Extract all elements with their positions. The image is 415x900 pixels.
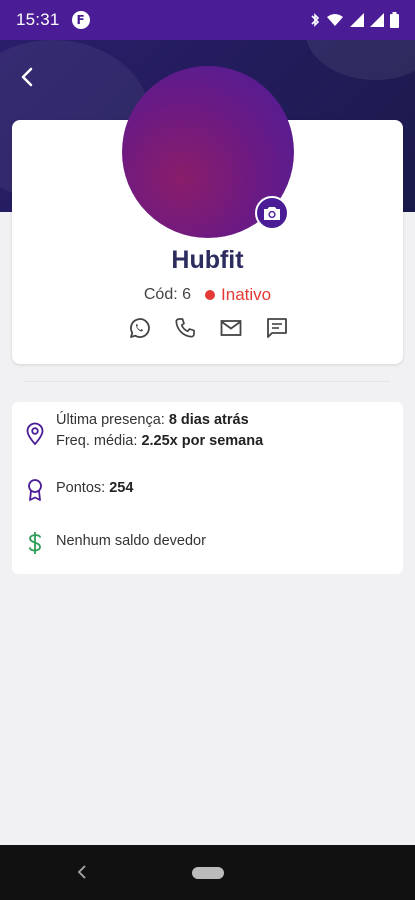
email-button[interactable] — [218, 315, 244, 341]
chevron-left-icon — [21, 67, 33, 87]
status-time: 15:31 — [16, 10, 60, 29]
mail-icon — [220, 320, 241, 336]
whatsapp-icon — [129, 318, 150, 338]
whatsapp-button[interactable] — [126, 315, 152, 341]
phone-icon — [174, 318, 195, 338]
dollar-icon — [24, 531, 46, 555]
contact-actions — [12, 315, 403, 341]
profile-name: Hubfit — [171, 246, 244, 274]
signal-icon — [350, 13, 364, 27]
presence-row: Última presença: 8 dias atrás Freq. médi… — [24, 410, 263, 452]
balance-row: Nenhum saldo devedor — [24, 531, 206, 555]
presence-info: Última presença: 8 dias atrás Freq. médi… — [56, 410, 263, 452]
status-bar: 15:31 F — [0, 0, 415, 40]
battery-icon — [390, 12, 399, 28]
bluetooth-icon — [311, 13, 320, 27]
chevron-left-icon — [77, 865, 86, 879]
points-value: 254 — [109, 480, 134, 496]
call-button[interactable] — [172, 315, 198, 341]
camera-icon — [264, 206, 280, 220]
location-pin-icon — [24, 422, 46, 446]
system-back-button[interactable] — [72, 859, 92, 885]
change-photo-button[interactable] — [255, 196, 289, 230]
last-presence-label: Última presença: — [56, 412, 165, 428]
info-card: Última presença: 8 dias atrás Freq. médi… — [12, 402, 403, 574]
sms-button[interactable] — [264, 315, 290, 341]
system-home-button[interactable] — [191, 866, 224, 879]
header-decoration — [305, 40, 415, 80]
system-nav-bar — [0, 845, 415, 900]
points-info: Pontos: 254 — [56, 478, 133, 499]
points-label: Pontos: — [56, 480, 106, 496]
wifi-icon — [327, 14, 343, 26]
back-button[interactable] — [14, 62, 40, 92]
award-icon — [24, 478, 46, 502]
status-indicators — [310, 12, 399, 28]
message-icon — [266, 318, 287, 338]
freq-value: 2.25x por semana — [141, 433, 264, 449]
signal-icon-2 — [370, 13, 384, 27]
freq-label: Freq. média: — [56, 433, 138, 449]
status-dot — [205, 290, 216, 300]
app-notification-icon: F — [71, 11, 90, 29]
points-row: Pontos: 254 — [24, 478, 133, 502]
profile-meta: Cód: 6 Inativo — [12, 285, 403, 305]
member-code: Cód: 6 — [143, 286, 192, 303]
app-notification-letter: F — [76, 13, 85, 27]
balance-text: Nenhum saldo devedor — [56, 533, 206, 549]
status-badge: Inativo — [221, 285, 272, 304]
divider — [25, 381, 390, 382]
last-presence-value: 8 dias atrás — [168, 412, 249, 428]
